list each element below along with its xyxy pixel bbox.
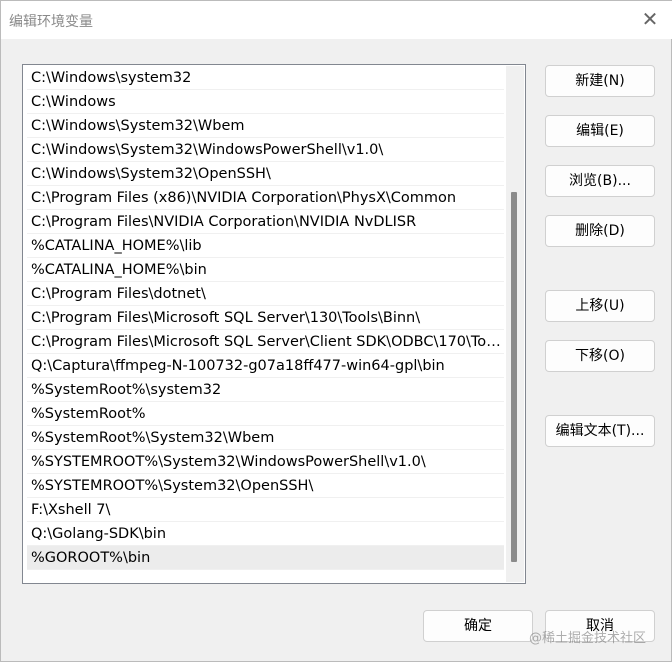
vertical-scrollbar[interactable] [506,66,524,582]
path-list-item[interactable]: C:\Program Files\NVIDIA Corporation\NVID… [27,210,504,234]
path-list-item[interactable]: C:\Windows\System32\Wbem [27,114,504,138]
path-list-item[interactable]: C:\Program Files\Microsoft SQL Server\Cl… [27,330,504,354]
path-list-item[interactable]: C:\Program Files\dotnet\ [27,282,504,306]
path-list-item[interactable]: C:\Windows\system32 [27,66,504,90]
new-button[interactable]: 新建(N) [545,65,655,97]
move-up-button[interactable]: 上移(U) [545,290,655,322]
browse-button[interactable]: 浏览(B)... [545,165,655,197]
path-list-item[interactable]: Q:\Captura\ffmpeg-N-100732-g07a18ff477-w… [27,354,504,378]
edit-text-button[interactable]: 编辑文本(T)... [545,415,655,447]
move-down-button[interactable]: 下移(O) [545,340,655,372]
edit-button[interactable]: 编辑(E) [545,115,655,147]
delete-button[interactable]: 删除(D) [545,215,655,247]
path-list-item[interactable]: C:\Program Files (x86)\NVIDIA Corporatio… [27,186,504,210]
watermark: @稀土掘金技术社区 [529,631,647,646]
path-list-item[interactable]: C:\Windows [27,90,504,114]
path-list-item[interactable]: C:\Windows\System32\WindowsPowerShell\v1… [27,138,504,162]
dialog-title: 编辑环境变量 [9,14,93,30]
path-list-item[interactable]: %CATALINA_HOME%\bin [27,258,504,282]
path-list[interactable]: C:\Windows\system32 C:\Windows C:\Windows\… [22,64,526,584]
title-bar: 编辑环境变量 ✕ [1,1,672,39]
path-list-item[interactable]: %SYSTEMROOT%\System32\WindowsPowerShell\… [27,450,504,474]
path-list-item[interactable]: Q:\Golang-SDK\bin [27,522,504,546]
path-list-item[interactable]: %CATALINA_HOME%\lib [27,234,504,258]
path-list-item[interactable]: C:\Program Files\Microsoft SQL Server\13… [27,306,504,330]
path-list-item[interactable]: %SYSTEMROOT%\System32\OpenSSH\ [27,474,504,498]
ok-button[interactable]: 确定 [423,610,533,642]
scrollbar-thumb[interactable] [511,192,517,562]
path-list-item[interactable]: %SystemRoot%\system32 [27,378,504,402]
path-list-item[interactable]: F:\Xshell 7\ [27,498,504,522]
path-list-item[interactable]: %GOROOT%\bin [27,546,504,570]
path-list-item[interactable]: %SystemRoot%\System32\Wbem [27,426,504,450]
close-icon[interactable]: ✕ [637,7,663,31]
path-list-item[interactable]: C:\Windows\System32\OpenSSH\ [27,162,504,186]
path-list-item[interactable]: %SystemRoot% [27,402,504,426]
